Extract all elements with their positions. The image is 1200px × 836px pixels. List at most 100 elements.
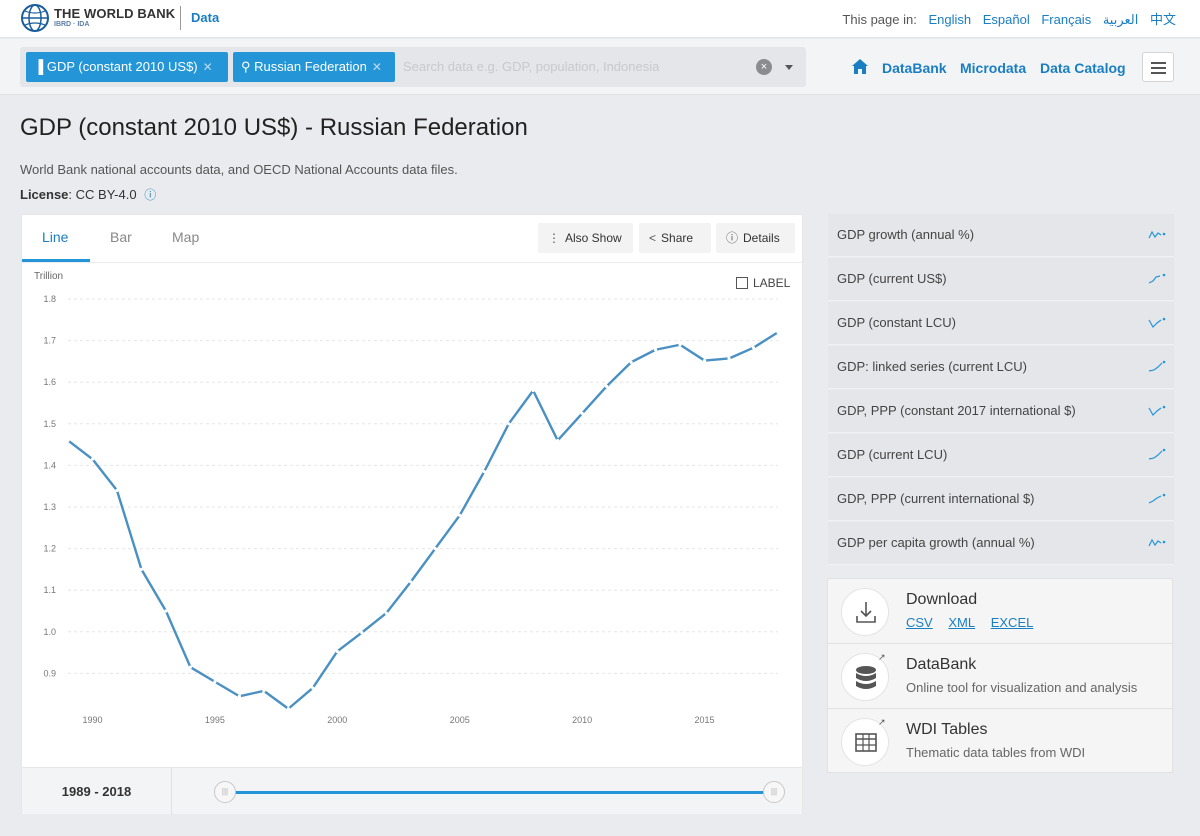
related-indicator[interactable]: GDP (current LCU) <box>828 434 1174 477</box>
download-csv-link[interactable]: CSV <box>906 615 933 630</box>
y-tick-label: 1.7 <box>43 336 56 346</box>
search-box[interactable]: ▐ GDP (constant 2010 US$) ✕ ⚲ Russian Fed… <box>20 47 806 87</box>
download-icon <box>841 588 889 636</box>
lang-chinese[interactable]: 中文 <box>1150 12 1176 27</box>
location-pin-icon: ⚲ <box>241 59 251 74</box>
chip-remove-icon[interactable]: ✕ <box>372 60 382 74</box>
line-chart: Trillion 0.9 1.0 1.1 1.2 1.3 1.4 1.5 1.6 1.7 1.8 19… <box>34 271 780 725</box>
details-button[interactable]: ⓘ Details <box>716 223 795 253</box>
search-input[interactable]: Search data e.g. GDP, population, Indone… <box>403 59 659 74</box>
related-indicator[interactable]: GDP per capita growth (annual %) <box>828 522 1174 565</box>
y-unit-label: Trillion <box>34 271 63 282</box>
download-xml-link[interactable]: XML <box>948 615 975 630</box>
details-label: Details <box>743 231 780 245</box>
related-indicator-label: GDP per capita growth (annual %) <box>837 535 1035 550</box>
range-start-handle[interactable]: ||| <box>214 781 236 803</box>
databank-row[interactable]: ↗ DataBank Online tool for visualization… <box>828 644 1172 709</box>
checkbox-icon[interactable] <box>736 277 748 289</box>
x-tick-label: 1995 <box>205 715 225 725</box>
hamburger-menu-icon[interactable] <box>1142 52 1174 82</box>
chip-country[interactable]: ⚲ Russian Federation ✕ <box>233 52 395 82</box>
brand-name[interactable]: THE WORLD BANK <box>54 6 175 21</box>
data-point <box>262 689 266 693</box>
related-indicator[interactable]: GDP, PPP (constant 2017 international $) <box>828 390 1174 433</box>
related-indicator[interactable]: GDP (constant LCU) <box>828 302 1174 345</box>
databank-title[interactable]: DataBank <box>906 656 976 674</box>
page-description: World Bank national accounts data, and O… <box>20 162 458 177</box>
world-bank-logo-icon[interactable] <box>20 3 50 33</box>
y-tick-label: 1.3 <box>43 502 56 512</box>
tab-line[interactable]: Line <box>42 229 68 245</box>
data-point <box>360 631 364 635</box>
data-point <box>139 567 144 571</box>
top-header: THE WORLD BANK IBRD · IDA Data This page… <box>0 0 1200 38</box>
share-icon: < <box>649 231 657 245</box>
x-tick-label: 2010 <box>572 715 592 725</box>
data-point <box>335 649 339 653</box>
data-section-link[interactable]: Data <box>191 10 219 25</box>
also-show-button[interactable]: ⋮ Also Show <box>538 223 633 253</box>
related-indicator[interactable]: GDP growth (annual %) <box>828 214 1174 257</box>
sparkline-icon <box>1148 360 1166 372</box>
related-indicator-label: GDP: linked series (current LCU) <box>837 359 1027 374</box>
info-circle-icon: ⓘ <box>726 231 739 245</box>
y-tick-label: 1.6 <box>43 377 56 387</box>
nav-databank[interactable]: DataBank <box>882 60 947 76</box>
range-end-handle[interactable]: ||| <box>763 781 785 803</box>
license-label: License <box>20 187 69 202</box>
year-range-bar: 1989 - 2018 ||| ||| <box>22 767 802 815</box>
info-icon[interactable]: ⓘ <box>144 188 156 202</box>
x-tick-label: 1990 <box>82 715 102 725</box>
sparkline-icon <box>1148 538 1166 547</box>
lang-arabic[interactable]: العربية <box>1103 12 1139 27</box>
databank-description: Online tool for visualization and analys… <box>906 680 1138 695</box>
chip-indicator[interactable]: ▐ GDP (constant 2010 US$) ✕ <box>26 52 228 82</box>
data-point <box>164 609 168 613</box>
data-point <box>605 384 609 388</box>
sparkline-icon <box>1148 405 1166 416</box>
data-point <box>384 611 388 615</box>
tab-map[interactable]: Map <box>172 229 199 245</box>
external-link-icon: ↗ <box>878 717 886 727</box>
data-point <box>727 356 731 361</box>
related-indicator[interactable]: GDP, PPP (current international $) <box>828 478 1174 521</box>
home-icon[interactable] <box>851 58 869 76</box>
label-checkbox[interactable]: LABEL <box>736 276 790 290</box>
chip-remove-icon[interactable]: ✕ <box>203 60 213 74</box>
nav-microdata[interactable]: Microdata <box>960 60 1026 76</box>
header-divider <box>180 6 181 30</box>
download-row: Download CSV XML EXCEL <box>828 579 1172 644</box>
data-point <box>213 680 217 684</box>
data-point <box>702 358 707 363</box>
related-indicator-label: GDP, PPP (current international $) <box>837 491 1035 506</box>
data-point <box>482 470 486 474</box>
wdi-row[interactable]: ↗ WDI Tables Thematic data tables from W… <box>828 709 1172 774</box>
chevron-down-icon[interactable] <box>785 65 793 70</box>
data-point <box>458 513 462 517</box>
related-indicator-label: GDP growth (annual %) <box>837 227 975 242</box>
data-point <box>751 346 756 350</box>
data-point <box>776 330 780 334</box>
page-title: GDP (constant 2010 US$) - Russian Federa… <box>20 114 528 141</box>
lang-spanish[interactable]: Español <box>983 12 1030 27</box>
languages-label: This page in: <box>842 12 917 27</box>
related-indicator[interactable]: GDP: linked series (current LCU) <box>828 346 1174 389</box>
wdi-title[interactable]: WDI Tables <box>906 721 988 739</box>
also-show-label: Also Show <box>565 231 622 245</box>
download-excel-link[interactable]: EXCEL <box>991 615 1034 630</box>
license-value: : CC BY-4.0 <box>68 187 137 202</box>
year-range-slider[interactable] <box>224 791 774 794</box>
related-indicator[interactable]: GDP (current US$) <box>828 258 1174 301</box>
clear-icon[interactable]: × <box>756 59 772 75</box>
label-checkbox-text: LABEL <box>753 276 791 290</box>
lang-english[interactable]: English <box>928 12 971 27</box>
chip-indicator-label: GDP (constant 2010 US$) <box>46 59 198 74</box>
nav-data-catalog[interactable]: Data Catalog <box>1040 60 1126 76</box>
y-tick-label: 1.1 <box>43 585 56 595</box>
download-title: Download <box>906 591 978 608</box>
x-tick-label: 2005 <box>450 715 470 725</box>
tab-bar[interactable]: Bar <box>110 229 132 245</box>
lang-french[interactable]: Français <box>1041 12 1091 27</box>
share-button[interactable]: < Share <box>639 223 711 253</box>
license-line: License: CC BY-4.0 ⓘ <box>20 186 156 203</box>
